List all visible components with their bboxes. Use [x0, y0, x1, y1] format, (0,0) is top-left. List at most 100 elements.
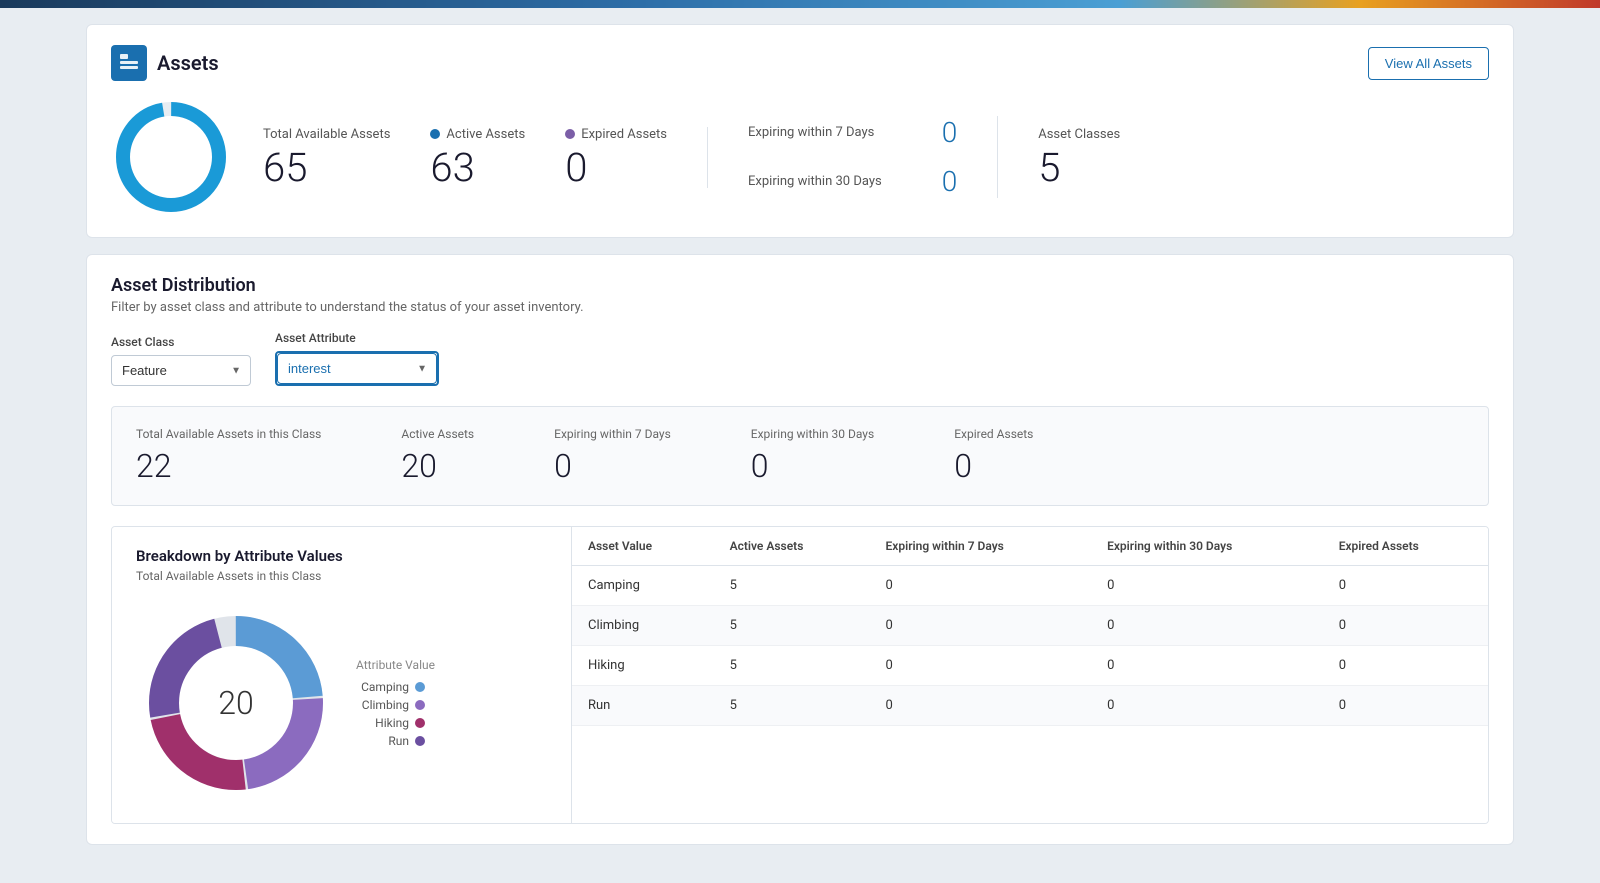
class-exp30-stat: Expiring within 30 Days 0	[751, 427, 874, 485]
cell-expired: 0	[1323, 606, 1488, 646]
class-exp30-value: 0	[751, 447, 874, 485]
expired-assets-label: Expired Assets	[581, 127, 667, 142]
cell-exp7: 0	[870, 686, 1092, 726]
expiring-7-label: Expiring within 7 Days	[748, 125, 874, 140]
asset-attribute-label: Asset Attribute	[275, 331, 439, 345]
asset-class-select[interactable]: Feature Layer Map	[111, 355, 251, 386]
cell-exp7: 0	[870, 566, 1092, 606]
bottom-section: Breakdown by Attribute Values Total Avai…	[111, 526, 1489, 824]
breakdown-table: Asset Value Active Assets Expiring withi…	[572, 527, 1488, 726]
class-stats-row: Total Available Assets in this Class 22 …	[111, 406, 1489, 506]
chart-panel: Breakdown by Attribute Values Total Avai…	[112, 527, 572, 823]
asset-class-select-wrapper[interactable]: Feature Layer Map	[111, 355, 251, 386]
cell-asset-value: Camping	[572, 566, 714, 606]
expiring-metrics-group: Expiring within 7 Days 0 Expiring within…	[748, 116, 998, 198]
cell-exp30: 0	[1091, 566, 1323, 606]
distribution-subtitle: Filter by asset class and attribute to u…	[111, 300, 1489, 315]
assets-card: Assets View All Assets Total Available A…	[86, 24, 1514, 238]
distribution-title: Asset Distribution	[111, 275, 1489, 296]
total-available-value: 65	[263, 148, 390, 188]
assets-icon	[111, 45, 147, 81]
legend-run: Run	[361, 734, 425, 748]
cell-asset-value: Hiking	[572, 646, 714, 686]
donut-center-value: 20	[218, 684, 254, 722]
cell-exp30: 0	[1091, 646, 1323, 686]
legend-camping: Camping	[361, 680, 425, 694]
asset-class-filter: Asset Class Feature Layer Map	[111, 335, 251, 386]
class-exp7-stat: Expiring within 7 Days 0	[554, 427, 671, 485]
active-assets-metric: Active Assets 63	[430, 127, 525, 188]
expired-assets-value: 0	[565, 148, 667, 188]
legend-title: Attribute Value	[356, 658, 435, 672]
distribution-card: Asset Distribution Filter by asset class…	[86, 254, 1514, 845]
cell-exp7: 0	[870, 606, 1092, 646]
legend-climbing: Climbing	[361, 698, 425, 712]
expiring-30-value: 0	[942, 165, 958, 198]
expired-dot-icon	[565, 129, 575, 139]
climbing-dot-icon	[415, 700, 425, 710]
asset-class-label: Asset Class	[111, 335, 251, 349]
class-expired-label: Expired Assets	[954, 427, 1033, 441]
asset-attribute-select-wrapper[interactable]: interest category type	[275, 351, 439, 386]
active-dot-icon	[430, 129, 440, 139]
expired-assets-label-row: Expired Assets	[565, 127, 667, 142]
breakdown-subtitle: Total Available Assets in this Class	[136, 569, 547, 583]
legend-camping-label: Camping	[361, 680, 409, 694]
total-available-label: Total Available Assets	[263, 127, 390, 142]
class-active-stat: Active Assets 20	[401, 427, 474, 485]
cell-active: 5	[714, 686, 870, 726]
class-total-value: 22	[136, 447, 321, 485]
legend-hiking: Hiking	[361, 716, 425, 730]
class-exp30-label: Expiring within 30 Days	[751, 427, 874, 441]
cell-active: 5	[714, 566, 870, 606]
asset-classes-value: 5	[1038, 148, 1120, 188]
expiring-7-row: Expiring within 7 Days 0	[748, 116, 957, 149]
main-metrics-group: Total Available Assets 65 Active Assets …	[263, 127, 708, 188]
cell-asset-value: Climbing	[572, 606, 714, 646]
asset-attribute-filter: Asset Attribute interest category type	[275, 331, 439, 386]
view-all-assets-button[interactable]: View All Assets	[1368, 47, 1489, 80]
chart-legend: Attribute Value Camping Climbing	[356, 658, 435, 748]
cell-expired: 0	[1323, 566, 1488, 606]
active-assets-label: Active Assets	[446, 127, 525, 142]
cell-exp30: 0	[1091, 606, 1323, 646]
table-row: Camping 5 0 0 0	[572, 566, 1488, 606]
cell-exp7: 0	[870, 646, 1092, 686]
asset-classes-label: Asset Classes	[1038, 127, 1120, 142]
assets-metrics: Total Available Assets 65 Active Assets …	[111, 97, 1489, 217]
expired-assets-metric: Expired Assets 0	[565, 127, 667, 188]
table-row: Hiking 5 0 0 0	[572, 646, 1488, 686]
class-expired-stat: Expired Assets 0	[954, 427, 1033, 485]
col-active-assets: Active Assets	[714, 527, 870, 566]
cell-active: 5	[714, 646, 870, 686]
col-asset-value: Asset Value	[572, 527, 714, 566]
breakdown-title: Breakdown by Attribute Values	[136, 547, 547, 565]
asset-classes-metric: Asset Classes 5	[1038, 127, 1120, 188]
table-row: Run 5 0 0 0	[572, 686, 1488, 726]
assets-donut-chart	[111, 97, 231, 217]
expiring-30-label: Expiring within 30 Days	[748, 174, 882, 189]
class-active-value: 20	[401, 447, 474, 485]
cell-exp30: 0	[1091, 686, 1323, 726]
assets-title-row: Assets	[111, 45, 219, 81]
expiring-30-row: Expiring within 30 Days 0	[748, 165, 957, 198]
active-assets-value: 63	[430, 148, 525, 188]
breakdown-donut-chart: 20	[136, 603, 336, 803]
class-total-label: Total Available Assets in this Class	[136, 427, 321, 441]
class-total-stat: Total Available Assets in this Class 22	[136, 427, 321, 485]
cell-expired: 0	[1323, 686, 1488, 726]
class-exp7-value: 0	[554, 447, 671, 485]
col-exp-30: Expiring within 30 Days	[1091, 527, 1323, 566]
legend-hiking-label: Hiking	[375, 716, 409, 730]
camping-dot-icon	[415, 682, 425, 692]
col-exp-7: Expiring within 7 Days	[870, 527, 1092, 566]
cell-asset-value: Run	[572, 686, 714, 726]
cell-active: 5	[714, 606, 870, 646]
hiking-dot-icon	[415, 718, 425, 728]
class-expired-value: 0	[954, 447, 1033, 485]
filters-row: Asset Class Feature Layer Map Asset Attr…	[111, 331, 1489, 386]
active-assets-label-row: Active Assets	[430, 127, 525, 142]
class-exp7-label: Expiring within 7 Days	[554, 427, 671, 441]
page-title: Assets	[157, 51, 219, 75]
asset-attribute-select[interactable]: interest category type	[277, 353, 437, 384]
